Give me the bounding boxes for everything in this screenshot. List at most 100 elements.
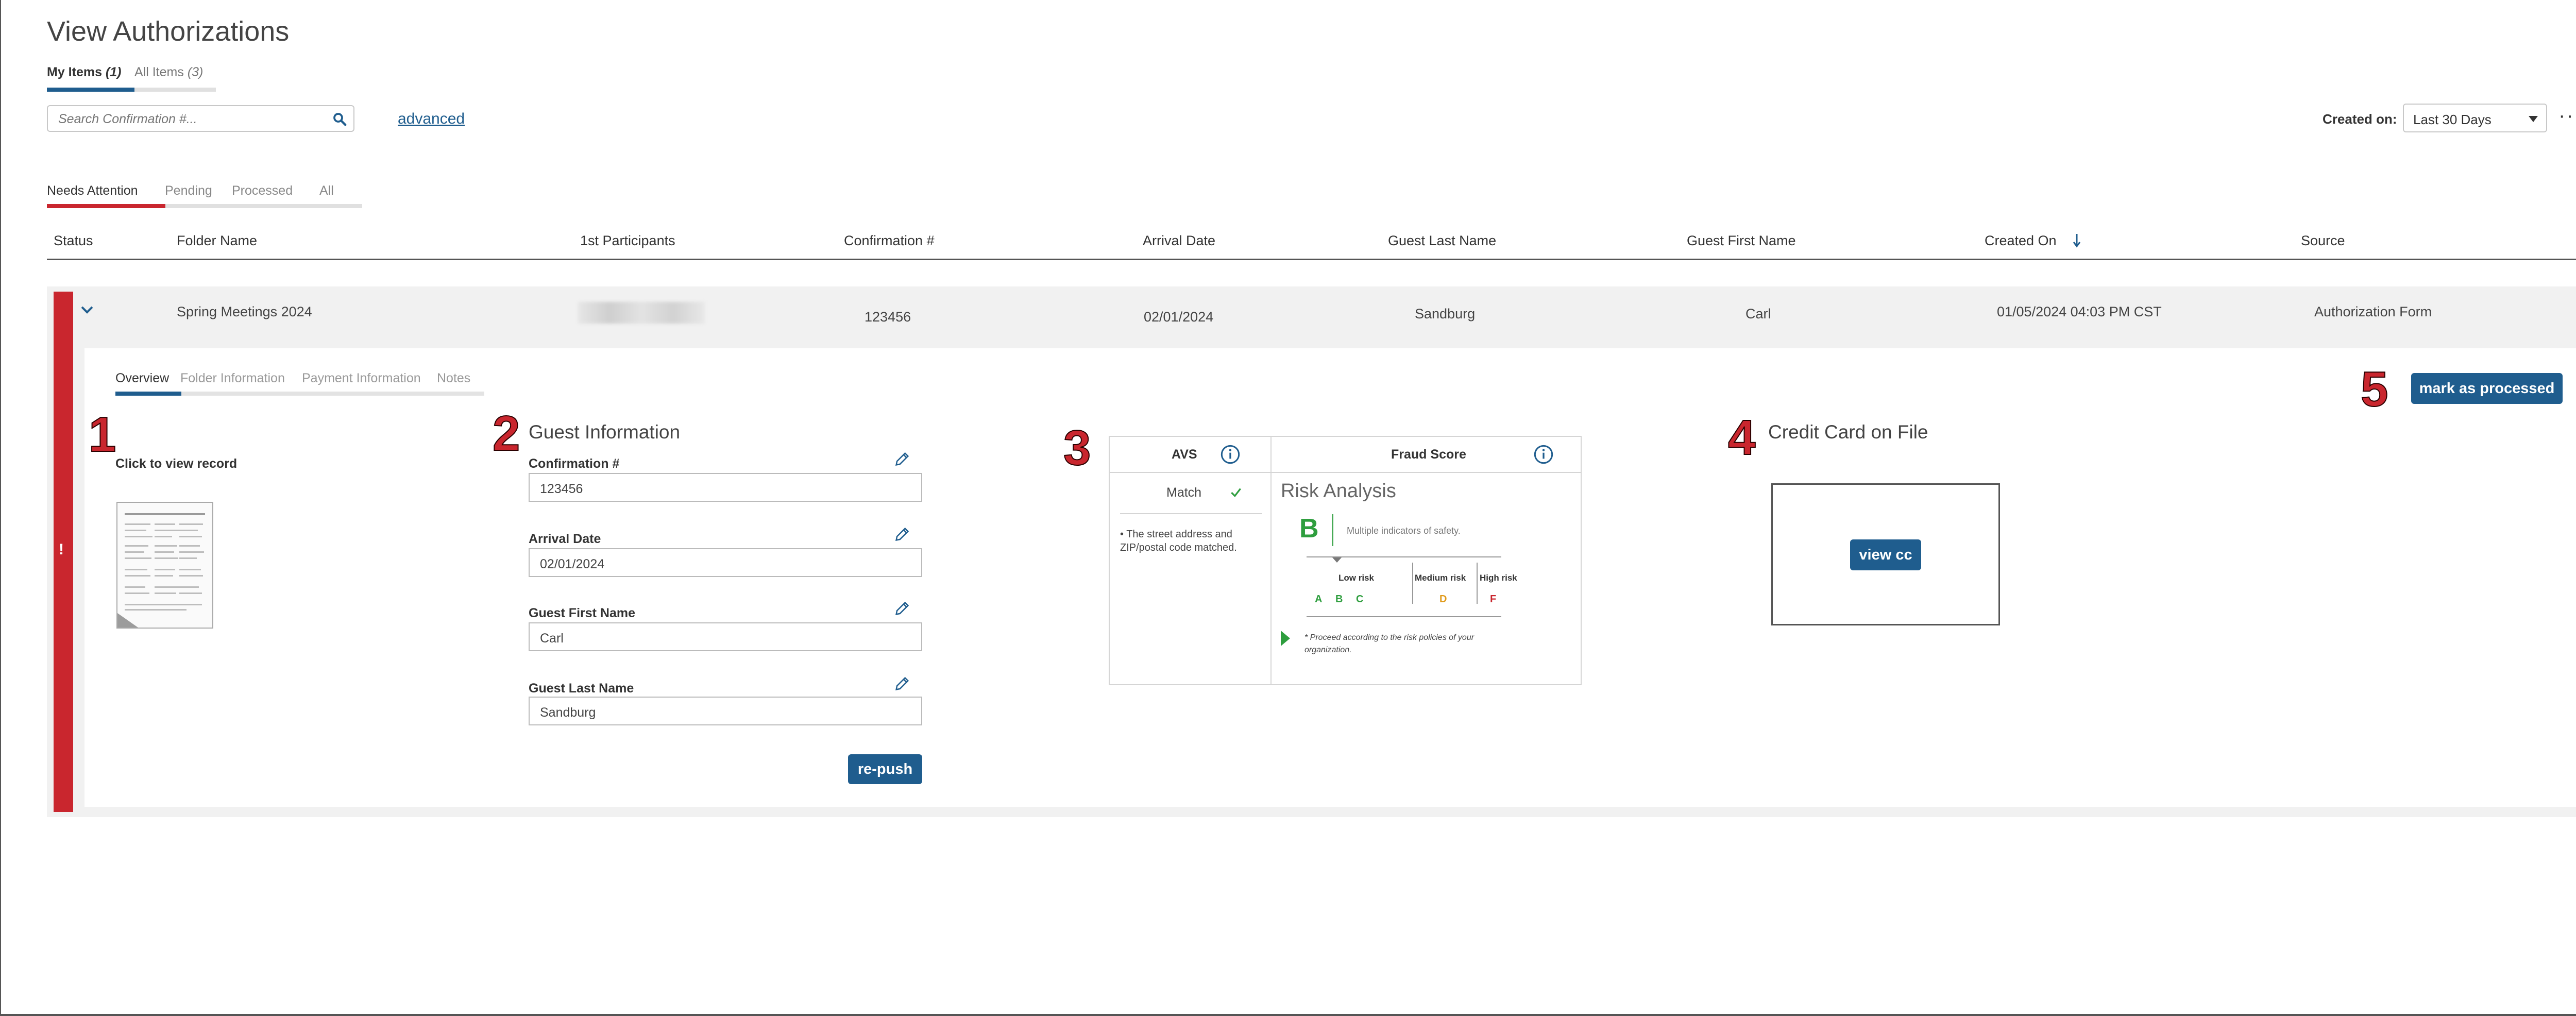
- avs-note: • The street address and ZIP/postal code…: [1120, 529, 1237, 553]
- record-thumbnail[interactable]: [116, 502, 213, 629]
- cell-source: Authorization Form: [2314, 304, 2432, 319]
- confirmation-input[interactable]: [539, 481, 902, 497]
- risk-grade-c: C: [1356, 594, 1364, 605]
- avs-result: Match: [1166, 485, 1202, 500]
- cell-confirmation: 123456: [865, 309, 911, 325]
- created-on-dropdown[interactable]: Last 30 Days: [2403, 104, 2547, 132]
- document-preview-icon: [117, 513, 205, 628]
- guest-first-name-field[interactable]: [529, 622, 922, 651]
- edit-first-name-pencil-icon[interactable]: [893, 600, 911, 617]
- marker-3: 3: [1063, 420, 1091, 476]
- card-header-divider: [1110, 472, 1581, 473]
- tab-notes[interactable]: Notes: [437, 371, 470, 386]
- label-confirmation: Confirmation #: [529, 456, 620, 471]
- item-tabs-track: [134, 88, 216, 92]
- chevron-down-icon: [2529, 116, 2538, 122]
- search-input[interactable]: [57, 111, 327, 127]
- table-row[interactable]: [47, 286, 2576, 348]
- cell-folder-name: Spring Meetings 2024: [177, 304, 312, 319]
- column-header-source[interactable]: Source: [2301, 233, 2345, 249]
- view-cc-button[interactable]: view cc: [1850, 539, 1921, 570]
- marker-1: 1: [88, 407, 116, 462]
- credit-card-box: view cc: [1771, 483, 2000, 625]
- risk-group-low: Low risk: [1338, 573, 1374, 583]
- column-header-status[interactable]: Status: [54, 233, 93, 249]
- cell-arrival-date: 02/01/2024: [1144, 309, 1214, 325]
- risk-grade-b: B: [1335, 594, 1343, 605]
- guest-first-name-input[interactable]: [539, 631, 902, 647]
- marker-5: 5: [2360, 362, 2388, 417]
- page-title: View Authorizations: [47, 16, 290, 47]
- tab-my-items[interactable]: My Items (1): [47, 65, 122, 80]
- tab-all[interactable]: All: [319, 183, 334, 198]
- status-tabs-active-underline: [47, 204, 165, 208]
- arrival-date-input[interactable]: [539, 556, 902, 572]
- fraud-info-icon[interactable]: [1533, 444, 1554, 465]
- column-header-guest-first-name[interactable]: Guest First Name: [1687, 233, 1796, 249]
- tab-folder-information[interactable]: Folder Information: [180, 371, 285, 386]
- guest-last-name-field[interactable]: [529, 697, 922, 725]
- tab-processed[interactable]: Processed: [232, 183, 293, 198]
- re-push-button[interactable]: re-push: [848, 754, 922, 784]
- window-bottom-edge: [0, 1014, 2576, 1016]
- risk-grade-a: A: [1315, 594, 1323, 605]
- grade-divider: [1332, 514, 1333, 546]
- created-on-value: Last 30 Days: [2413, 112, 2492, 127]
- arrival-date-field[interactable]: [529, 548, 922, 577]
- search-box[interactable]: [47, 105, 354, 132]
- column-header-created-on[interactable]: Created On: [1985, 233, 2057, 249]
- participants-redacted-blur: [578, 302, 705, 324]
- tab-overview[interactable]: Overview: [115, 371, 169, 386]
- avs-divider: [1120, 513, 1262, 514]
- risk-grade-f: F: [1490, 594, 1497, 605]
- grade-pointer: [1332, 557, 1342, 563]
- risk-grade-d: D: [1439, 594, 1447, 605]
- label-guest-first-name: Guest First Name: [529, 606, 636, 620]
- cell-guest-last-name: Sandburg: [1415, 306, 1476, 321]
- tab-payment-information[interactable]: Payment Information: [302, 371, 421, 386]
- mark-as-processed-button[interactable]: mark as processed: [2411, 373, 2563, 404]
- label-arrival-date: Arrival Date: [529, 532, 601, 546]
- column-header-confirmation[interactable]: Confirmation #: [844, 233, 935, 249]
- edit-arrival-date-pencil-icon[interactable]: [893, 526, 911, 543]
- alert-status-icon: !: [59, 541, 64, 558]
- scale-divider-1: [1412, 563, 1413, 604]
- advanced-search-link[interactable]: advanced: [398, 110, 465, 128]
- table-header-divider: [47, 259, 2576, 260]
- column-header-guest-last-name[interactable]: Guest Last Name: [1388, 233, 1496, 249]
- sort-descending-icon[interactable]: [2072, 233, 2081, 248]
- avs-info-icon[interactable]: [1220, 444, 1241, 465]
- credit-card-title: Credit Card on File: [1768, 421, 1928, 443]
- guest-last-name-input[interactable]: [539, 705, 902, 721]
- scale-divider-2: [1477, 563, 1478, 604]
- edit-confirmation-pencil-icon[interactable]: [893, 450, 911, 468]
- scale-bottom-line: [1307, 616, 1501, 617]
- avs-title: AVS: [1172, 447, 1197, 462]
- more-options-icon[interactable]: ···: [2558, 105, 2576, 126]
- risk-group-medium: Medium risk: [1415, 573, 1466, 583]
- column-header-arrival-date[interactable]: Arrival Date: [1143, 233, 1215, 249]
- guest-information-title: Guest Information: [529, 421, 681, 443]
- risk-analysis-heading: Risk Analysis: [1281, 480, 1396, 502]
- created-on-label: Created on:: [2323, 111, 2397, 127]
- confirmation-field[interactable]: [529, 473, 922, 502]
- label-guest-last-name: Guest Last Name: [529, 681, 634, 696]
- tab-needs-attention[interactable]: Needs Attention: [47, 183, 138, 198]
- status-tabs-track: [165, 204, 362, 208]
- search-icon[interactable]: [332, 111, 347, 127]
- tab-pending[interactable]: Pending: [165, 183, 212, 198]
- risk-group-high: High risk: [1480, 573, 1517, 583]
- fraud-grade: B: [1299, 514, 1319, 544]
- column-header-folder-name[interactable]: Folder Name: [177, 233, 257, 249]
- tab-all-items[interactable]: All Items (3): [134, 65, 203, 80]
- check-icon: [1231, 488, 1241, 498]
- edit-last-name-pencil-icon[interactable]: [893, 675, 911, 692]
- marker-2: 2: [492, 406, 520, 461]
- column-header-participants[interactable]: 1st Participants: [580, 233, 675, 249]
- cell-created-on: 01/05/2024 04:03 PM CST: [1997, 304, 2162, 319]
- chevron-down-icon[interactable]: [80, 305, 94, 315]
- grade-description: Multiple indicators of safety.: [1347, 526, 1461, 536]
- window-left-edge: [0, 0, 1, 1016]
- card-divider: [1270, 437, 1272, 684]
- fraud-score-title: Fraud Score: [1391, 447, 1466, 462]
